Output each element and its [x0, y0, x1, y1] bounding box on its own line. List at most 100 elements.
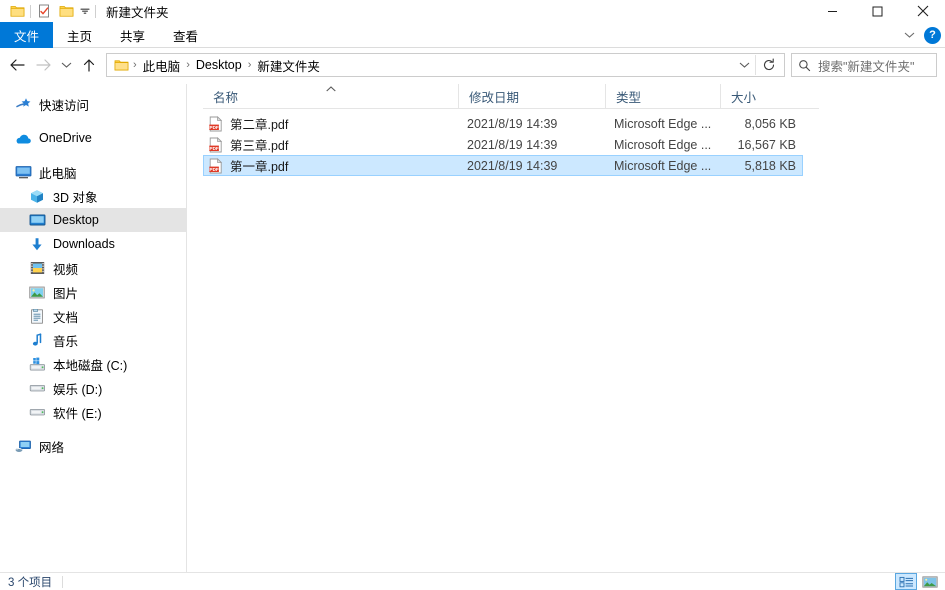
- sidebar-label: Downloads: [53, 237, 115, 251]
- qat-divider-2: [95, 4, 96, 18]
- table-row[interactable]: PDF 第一章.pdf 2021/8/19 14:39 Microsoft Ed…: [203, 155, 803, 176]
- sidebar-label: 娱乐 (D:): [53, 382, 103, 397]
- sidebar-label: 本地磁盘 (C:): [53, 358, 128, 373]
- documents-icon: [28, 308, 46, 324]
- sidebar-label: 快速访问: [39, 98, 90, 113]
- table-row[interactable]: PDF 第三章.pdf 2021/8/19 14:39 Microsoft Ed…: [203, 134, 803, 155]
- file-date: 2021/8/19 14:39: [467, 116, 558, 131]
- pictures-icon: [28, 284, 46, 300]
- this-pc-monitor-icon: [14, 164, 32, 180]
- sidebar-item-documents[interactable]: 文档: [0, 304, 186, 328]
- file-size: 8,056 KB: [744, 116, 796, 131]
- new-folder-icon[interactable]: [55, 1, 77, 21]
- forward-button[interactable]: [30, 52, 56, 78]
- sidebar-item-quick-access[interactable]: 快速访问: [0, 92, 186, 116]
- 3d-objects-icon: [28, 188, 46, 204]
- file-size: 16,567 KB: [737, 137, 796, 152]
- qat-dropdown-icon[interactable]: [77, 1, 93, 21]
- up-button[interactable]: [76, 52, 102, 78]
- file-name-cell: PDF 第三章.pdf: [204, 135, 459, 154]
- window-title: 新建文件夹: [106, 5, 169, 20]
- sidebar-item-desktop[interactable]: Desktop: [0, 208, 186, 232]
- file-date: 2021/8/19 14:39: [467, 137, 558, 152]
- drive-icon: [28, 380, 46, 396]
- sidebar-item-3d-objects[interactable]: 3D 对象: [0, 184, 186, 208]
- back-button[interactable]: [4, 52, 30, 78]
- svg-text:PDF: PDF: [210, 124, 219, 129]
- large-icons-view-button[interactable]: [919, 573, 941, 590]
- pdf-file-icon: PDF: [208, 136, 224, 153]
- maximize-button[interactable]: [855, 0, 900, 22]
- minimize-button[interactable]: [810, 0, 855, 22]
- details-view-button[interactable]: [895, 573, 917, 590]
- column-header-name[interactable]: 名称: [203, 84, 458, 108]
- item-count-label: 3 个项目: [8, 576, 53, 589]
- music-note-icon: [28, 332, 46, 348]
- sidebar-label: 软件 (E:): [53, 406, 102, 421]
- file-list-pane: 名称 修改日期 类型 大小 PDF 第二章.pdf 2021/8/19 14:3…: [187, 84, 945, 572]
- qat-divider-1: [30, 4, 31, 18]
- file-name: 第一章.pdf: [230, 160, 289, 174]
- sidebar-item-pictures[interactable]: 图片: [0, 280, 186, 304]
- system-drive-icon: [28, 356, 46, 372]
- close-button[interactable]: [900, 0, 945, 22]
- refresh-icon[interactable]: [756, 54, 782, 76]
- file-size: 5,818 KB: [744, 158, 796, 173]
- breadcrumb-item-1[interactable]: Desktop: [192, 58, 246, 72]
- sidebar-label: 视频: [53, 262, 79, 277]
- sidebar-label: 文档: [53, 310, 79, 325]
- table-row[interactable]: PDF 第二章.pdf 2021/8/19 14:39 Microsoft Ed…: [203, 113, 803, 134]
- folder-icon[interactable]: [6, 1, 28, 21]
- tab-view[interactable]: 查看: [159, 22, 212, 48]
- sidebar-item-network[interactable]: 网络: [0, 434, 186, 458]
- breadcrumb-item-0[interactable]: 此电脑: [139, 56, 185, 75]
- svg-text:PDF: PDF: [210, 145, 219, 150]
- search-input[interactable]: 搜索"新建文件夹": [818, 56, 914, 75]
- address-bar[interactable]: › 此电脑 › Desktop › 新建文件夹: [106, 53, 785, 77]
- ribbon-tab-bar: 文件 主页 共享 查看 ?: [0, 22, 945, 48]
- tab-home[interactable]: 主页: [53, 22, 106, 48]
- address-dropdown-icon[interactable]: [733, 54, 755, 76]
- drive-icon: [28, 404, 46, 420]
- help-icon[interactable]: ?: [924, 26, 941, 44]
- column-header-size[interactable]: 大小: [720, 84, 801, 108]
- search-box[interactable]: 搜索"新建文件夹": [791, 53, 937, 77]
- search-icon: [798, 59, 811, 72]
- pdf-file-icon: PDF: [208, 157, 224, 174]
- sidebar-label: 网络: [39, 440, 65, 455]
- sidebar-item-videos[interactable]: 视频: [0, 256, 186, 280]
- sidebar-item-drive-d[interactable]: 娱乐 (D:): [0, 376, 186, 400]
- sidebar-item-downloads[interactable]: Downloads: [0, 232, 186, 256]
- recent-locations-icon[interactable]: [56, 52, 76, 78]
- svg-text:PDF: PDF: [210, 166, 219, 171]
- chevron-down-icon[interactable]: [900, 31, 918, 39]
- column-header-label: 名称: [213, 90, 239, 105]
- properties-icon[interactable]: [33, 1, 55, 21]
- sidebar-item-onedrive[interactable]: OneDrive: [0, 126, 186, 150]
- file-type: Microsoft Edge ...: [614, 137, 712, 152]
- view-mode-buttons: [895, 573, 941, 590]
- sidebar-label: 音乐: [53, 334, 79, 349]
- sidebar-item-music[interactable]: 音乐: [0, 328, 186, 352]
- nav-gap-1: [0, 116, 186, 126]
- breadcrumb-item-2[interactable]: 新建文件夹: [253, 56, 324, 75]
- navigation-pane: 快速访问 OneDrive 此电脑 3D 对象 Desktop Download…: [0, 84, 187, 572]
- column-header-date-modified[interactable]: 修改日期: [458, 84, 605, 108]
- tab-file[interactable]: 文件: [0, 22, 54, 48]
- title-bar: 新建文件夹: [0, 0, 945, 22]
- breadcrumb-separator-2[interactable]: ›: [246, 59, 254, 71]
- sidebar-item-local-disk-c[interactable]: 本地磁盘 (C:): [0, 352, 186, 376]
- sidebar-item-this-pc[interactable]: 此电脑: [0, 160, 186, 184]
- downloads-arrow-icon: [28, 236, 46, 252]
- sort-ascending-caret-icon: [325, 85, 336, 93]
- column-header-type[interactable]: 类型: [605, 84, 720, 108]
- file-name: 第二章.pdf: [230, 118, 289, 132]
- breadcrumb-separator-0[interactable]: ›: [131, 59, 139, 71]
- breadcrumb-separator-1[interactable]: ›: [184, 59, 192, 71]
- tab-share[interactable]: 共享: [106, 22, 159, 48]
- column-header-label: 修改日期: [469, 90, 520, 105]
- column-header-label: 大小: [731, 90, 757, 105]
- file-explorer-window: 新建文件夹 文件 主页 共享 查看 ? › 此电脑 › Desktop › 新建…: [0, 0, 945, 590]
- sidebar-item-drive-e[interactable]: 软件 (E:): [0, 400, 186, 424]
- file-rows: PDF 第二章.pdf 2021/8/19 14:39 Microsoft Ed…: [187, 109, 945, 176]
